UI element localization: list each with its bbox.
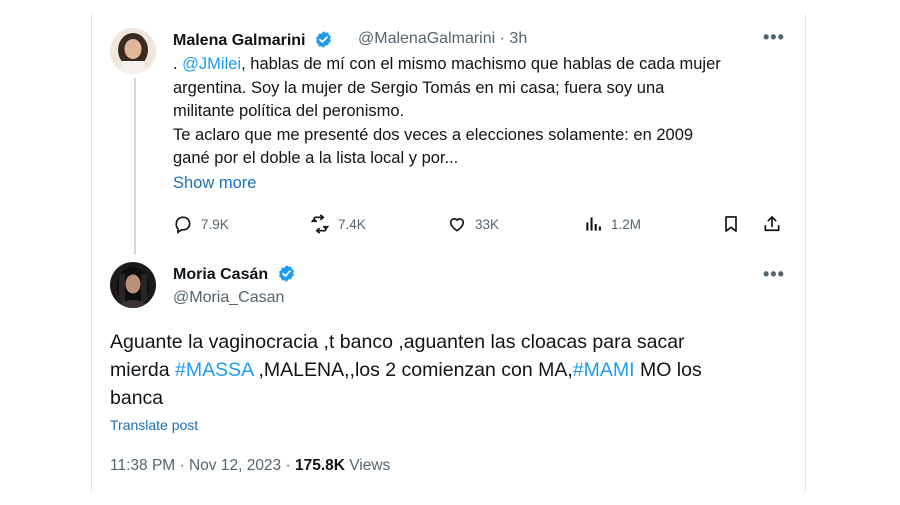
repost-icon — [311, 214, 329, 234]
body-line: . @JMilei, hablas de mí con el mismo mac… — [173, 53, 793, 77]
action-bar: 7.9K 7.4K 33K 1.2M — [0, 212, 900, 236]
show-more-link[interactable]: Show more — [173, 174, 256, 193]
avatar-moria[interactable] — [110, 262, 156, 308]
views-button[interactable]: 1.2M — [583, 214, 641, 234]
post-time[interactable]: 3h — [509, 30, 527, 47]
more-icon[interactable]: ••• — [763, 27, 785, 48]
bookmark-icon — [725, 216, 737, 232]
body-text: mierda — [110, 359, 176, 381]
author-handle[interactable]: @MalenaGalmarini — [358, 30, 495, 47]
like-icon — [449, 218, 465, 232]
post-meta: 11:38 PM · Nov 12, 2023 · 175.8K Views — [110, 457, 390, 475]
author-handle-row: @MalenaGalmarini · 3h — [358, 30, 527, 48]
body-line: mierda #MASSA ,MALENA,,los 2 comienzan c… — [110, 356, 770, 384]
body-text: ,MALENA,,los 2 comienzan con MA, — [253, 359, 573, 381]
views-count: 1.2M — [611, 216, 642, 232]
author-name-text[interactable]: Moria Casán — [173, 266, 268, 283]
body-line: argentina. Soy la mujer de Sergio Tomás … — [173, 78, 665, 97]
verified-badge-icon — [316, 31, 331, 48]
share-icon — [764, 216, 780, 232]
repost-count: 7.4K — [338, 216, 366, 232]
like-count: 33K — [475, 216, 500, 232]
body-text: . — [173, 55, 183, 73]
body-text: MO los — [634, 359, 702, 381]
verified-badge-icon — [278, 265, 294, 282]
body-text: , hablas de mí con el mismo machismo que… — [241, 55, 721, 73]
hashtag-massa[interactable]: #MASSA — [175, 359, 253, 381]
author-name[interactable]: Moria Casán — [173, 264, 296, 284]
hashtag-mami[interactable]: #MAMI — [573, 359, 635, 381]
body-line: Aguante la vaginocracia ,t banco ,aguant… — [110, 331, 685, 353]
like-button[interactable]: 33K — [447, 214, 499, 234]
reply-icon — [175, 216, 191, 234]
body-line: gané por el doble a la lista local y por… — [173, 149, 459, 167]
body-line: militante política del peronismo. — [173, 102, 405, 120]
separator: · — [499, 30, 505, 47]
mention-link[interactable]: @JMilei — [182, 55, 241, 73]
tweet-body: . @JMilei, hablas de mí con el mismo mac… — [173, 53, 793, 171]
more-icon[interactable]: ••• — [763, 264, 785, 285]
share-button[interactable] — [762, 214, 790, 234]
body-line: banca — [110, 387, 164, 409]
avatar-malena[interactable] — [110, 28, 156, 74]
tweet-body: Aguante la vaginocracia ,t banco ,aguant… — [110, 328, 770, 412]
reply-button[interactable]: 7.9K — [173, 214, 229, 234]
post-timestamp[interactable]: 11:38 PM · Nov 12, 2023 · — [110, 457, 295, 474]
views-icon — [586, 217, 601, 231]
body-line: Te aclaro que me presenté dos veces a el… — [173, 125, 694, 144]
author-handle[interactable]: @Moria_Casan — [173, 289, 284, 307]
reply-count: 7.9K — [201, 216, 229, 232]
author-name[interactable]: Malena Galmarini — [173, 30, 333, 50]
repost-button[interactable]: 7.4K — [310, 214, 366, 234]
translate-post-link[interactable]: Translate post — [110, 417, 198, 433]
author-name-text[interactable]: Malena Galmarini — [173, 32, 306, 49]
views-label: Views — [344, 457, 391, 474]
bookmark-button[interactable] — [721, 214, 749, 234]
views-count: 175.8K — [294, 457, 345, 474]
